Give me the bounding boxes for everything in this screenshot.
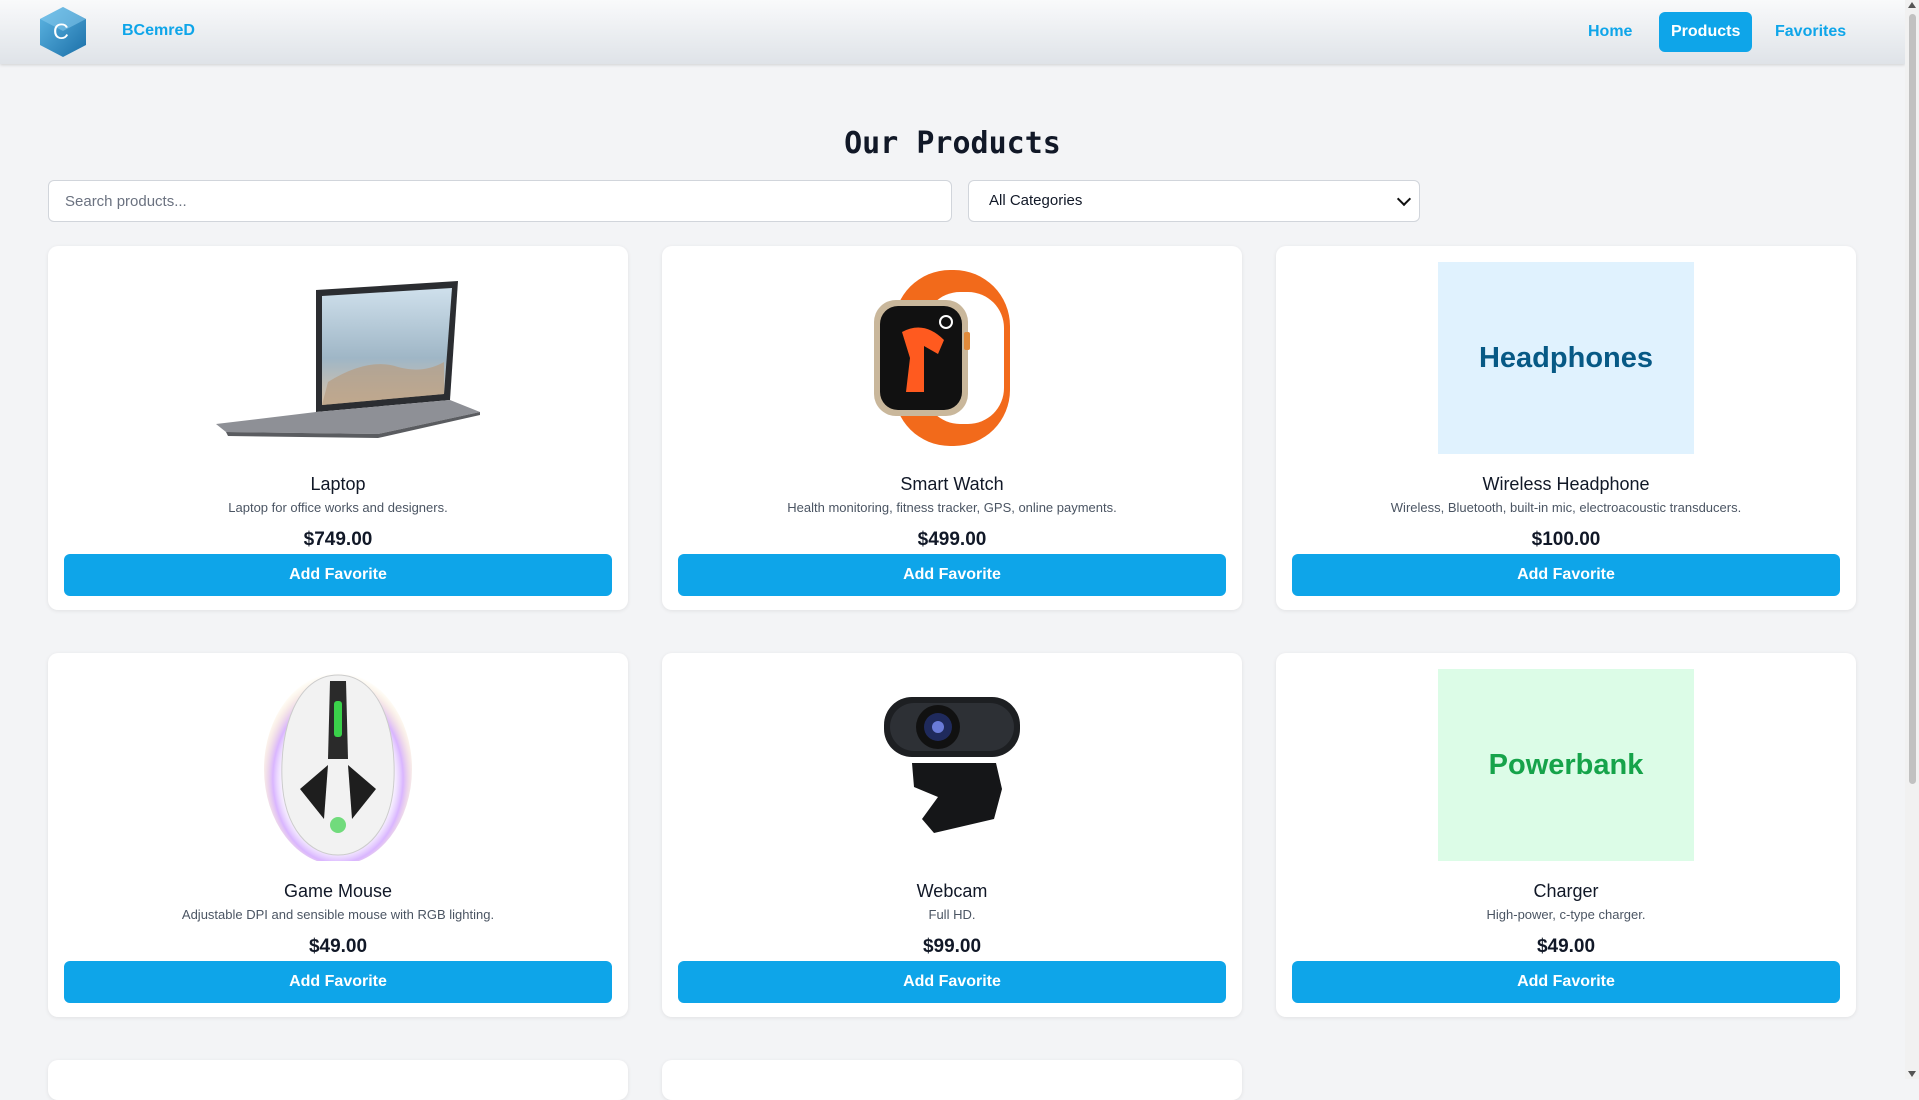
- product-name: Wireless Headphone: [1482, 474, 1650, 494]
- headphones-placeholder-text: Headphones: [1438, 262, 1694, 454]
- add-favorite-button[interactable]: Add Favorite: [64, 554, 612, 596]
- product-name: Laptop: [310, 474, 366, 494]
- product-card-charger: Powerbank Charger High-power, c-type cha…: [1276, 653, 1856, 1017]
- add-favorite-button[interactable]: Add Favorite: [1292, 554, 1840, 596]
- svg-text:C: C: [53, 19, 69, 44]
- product-card-laptop: Laptop Laptop for office works and desig…: [48, 246, 628, 610]
- product-name: Smart Watch: [900, 474, 1004, 494]
- scroll-down-icon[interactable]: [1908, 1071, 1916, 1077]
- nav-home[interactable]: Home: [1576, 12, 1644, 52]
- nav-products[interactable]: Products: [1659, 12, 1753, 52]
- chevron-down-icon: [1396, 191, 1412, 207]
- webcam-image: [662, 669, 1242, 861]
- product-name: Charger: [1533, 881, 1599, 901]
- product-name: Game Mouse: [283, 881, 393, 901]
- powerbank-placeholder-text: Powerbank: [1438, 669, 1694, 861]
- search-input[interactable]: [48, 180, 952, 222]
- category-select-value: All Categories: [989, 192, 1083, 209]
- product-card-wireless-headphone: Headphones Wireless Headphone Wireless, …: [1276, 246, 1856, 610]
- product-price: $49.00: [1536, 936, 1596, 957]
- product-price: $100.00: [1531, 529, 1601, 550]
- product-price: $499.00: [917, 529, 987, 550]
- product-description: Health monitoring, fitness tracker, GPS,…: [787, 500, 1117, 515]
- product-description: Wireless, Bluetooth, built-in mic, elect…: [1390, 500, 1742, 515]
- page-scrollbar[interactable]: [1905, 0, 1919, 1079]
- gaming-mouse-image: [48, 669, 628, 865]
- brand-name[interactable]: BCemreD: [122, 22, 195, 40]
- product-card-webcam: Webcam Full HD. $99.00 Add Favorite: [662, 653, 1242, 1017]
- headphones-placeholder-image: Headphones: [1276, 262, 1856, 454]
- product-card-smart-watch: Smart Watch Health monitoring, fitness t…: [662, 246, 1242, 610]
- add-favorite-button[interactable]: Add Favorite: [678, 961, 1226, 1003]
- product-price: $99.00: [922, 936, 982, 957]
- category-select[interactable]: All Categories: [968, 180, 1420, 222]
- smartwatch-image: [662, 262, 1242, 454]
- product-card-partial: [48, 1060, 628, 1100]
- powerbank-placeholder-image: Powerbank: [1276, 669, 1856, 861]
- product-card-game-mouse: Game Mouse Adjustable DPI and sensible m…: [48, 653, 628, 1017]
- brand-logo-icon[interactable]: C: [36, 6, 90, 58]
- page-title: Our Products: [844, 126, 1061, 161]
- laptop-image: [48, 262, 628, 454]
- product-price: $49.00: [308, 936, 368, 957]
- scrollbar-thumb[interactable]: [1909, 14, 1916, 784]
- product-description: Full HD.: [928, 907, 976, 922]
- product-description: High-power, c-type charger.: [1486, 907, 1646, 922]
- product-name: Webcam: [916, 881, 988, 901]
- product-card-partial: [662, 1060, 1242, 1100]
- add-favorite-button[interactable]: Add Favorite: [678, 554, 1226, 596]
- nav-favorites[interactable]: Favorites: [1763, 12, 1858, 52]
- navbar: C BCemreD Home Products Favorites: [0, 0, 1905, 64]
- add-favorite-button[interactable]: Add Favorite: [64, 961, 612, 1003]
- product-description: Adjustable DPI and sensible mouse with R…: [181, 907, 495, 922]
- scroll-up-icon[interactable]: [1908, 2, 1916, 8]
- product-description: Laptop for office works and designers.: [228, 500, 448, 515]
- add-favorite-button[interactable]: Add Favorite: [1292, 961, 1840, 1003]
- product-price: $749.00: [303, 529, 373, 550]
